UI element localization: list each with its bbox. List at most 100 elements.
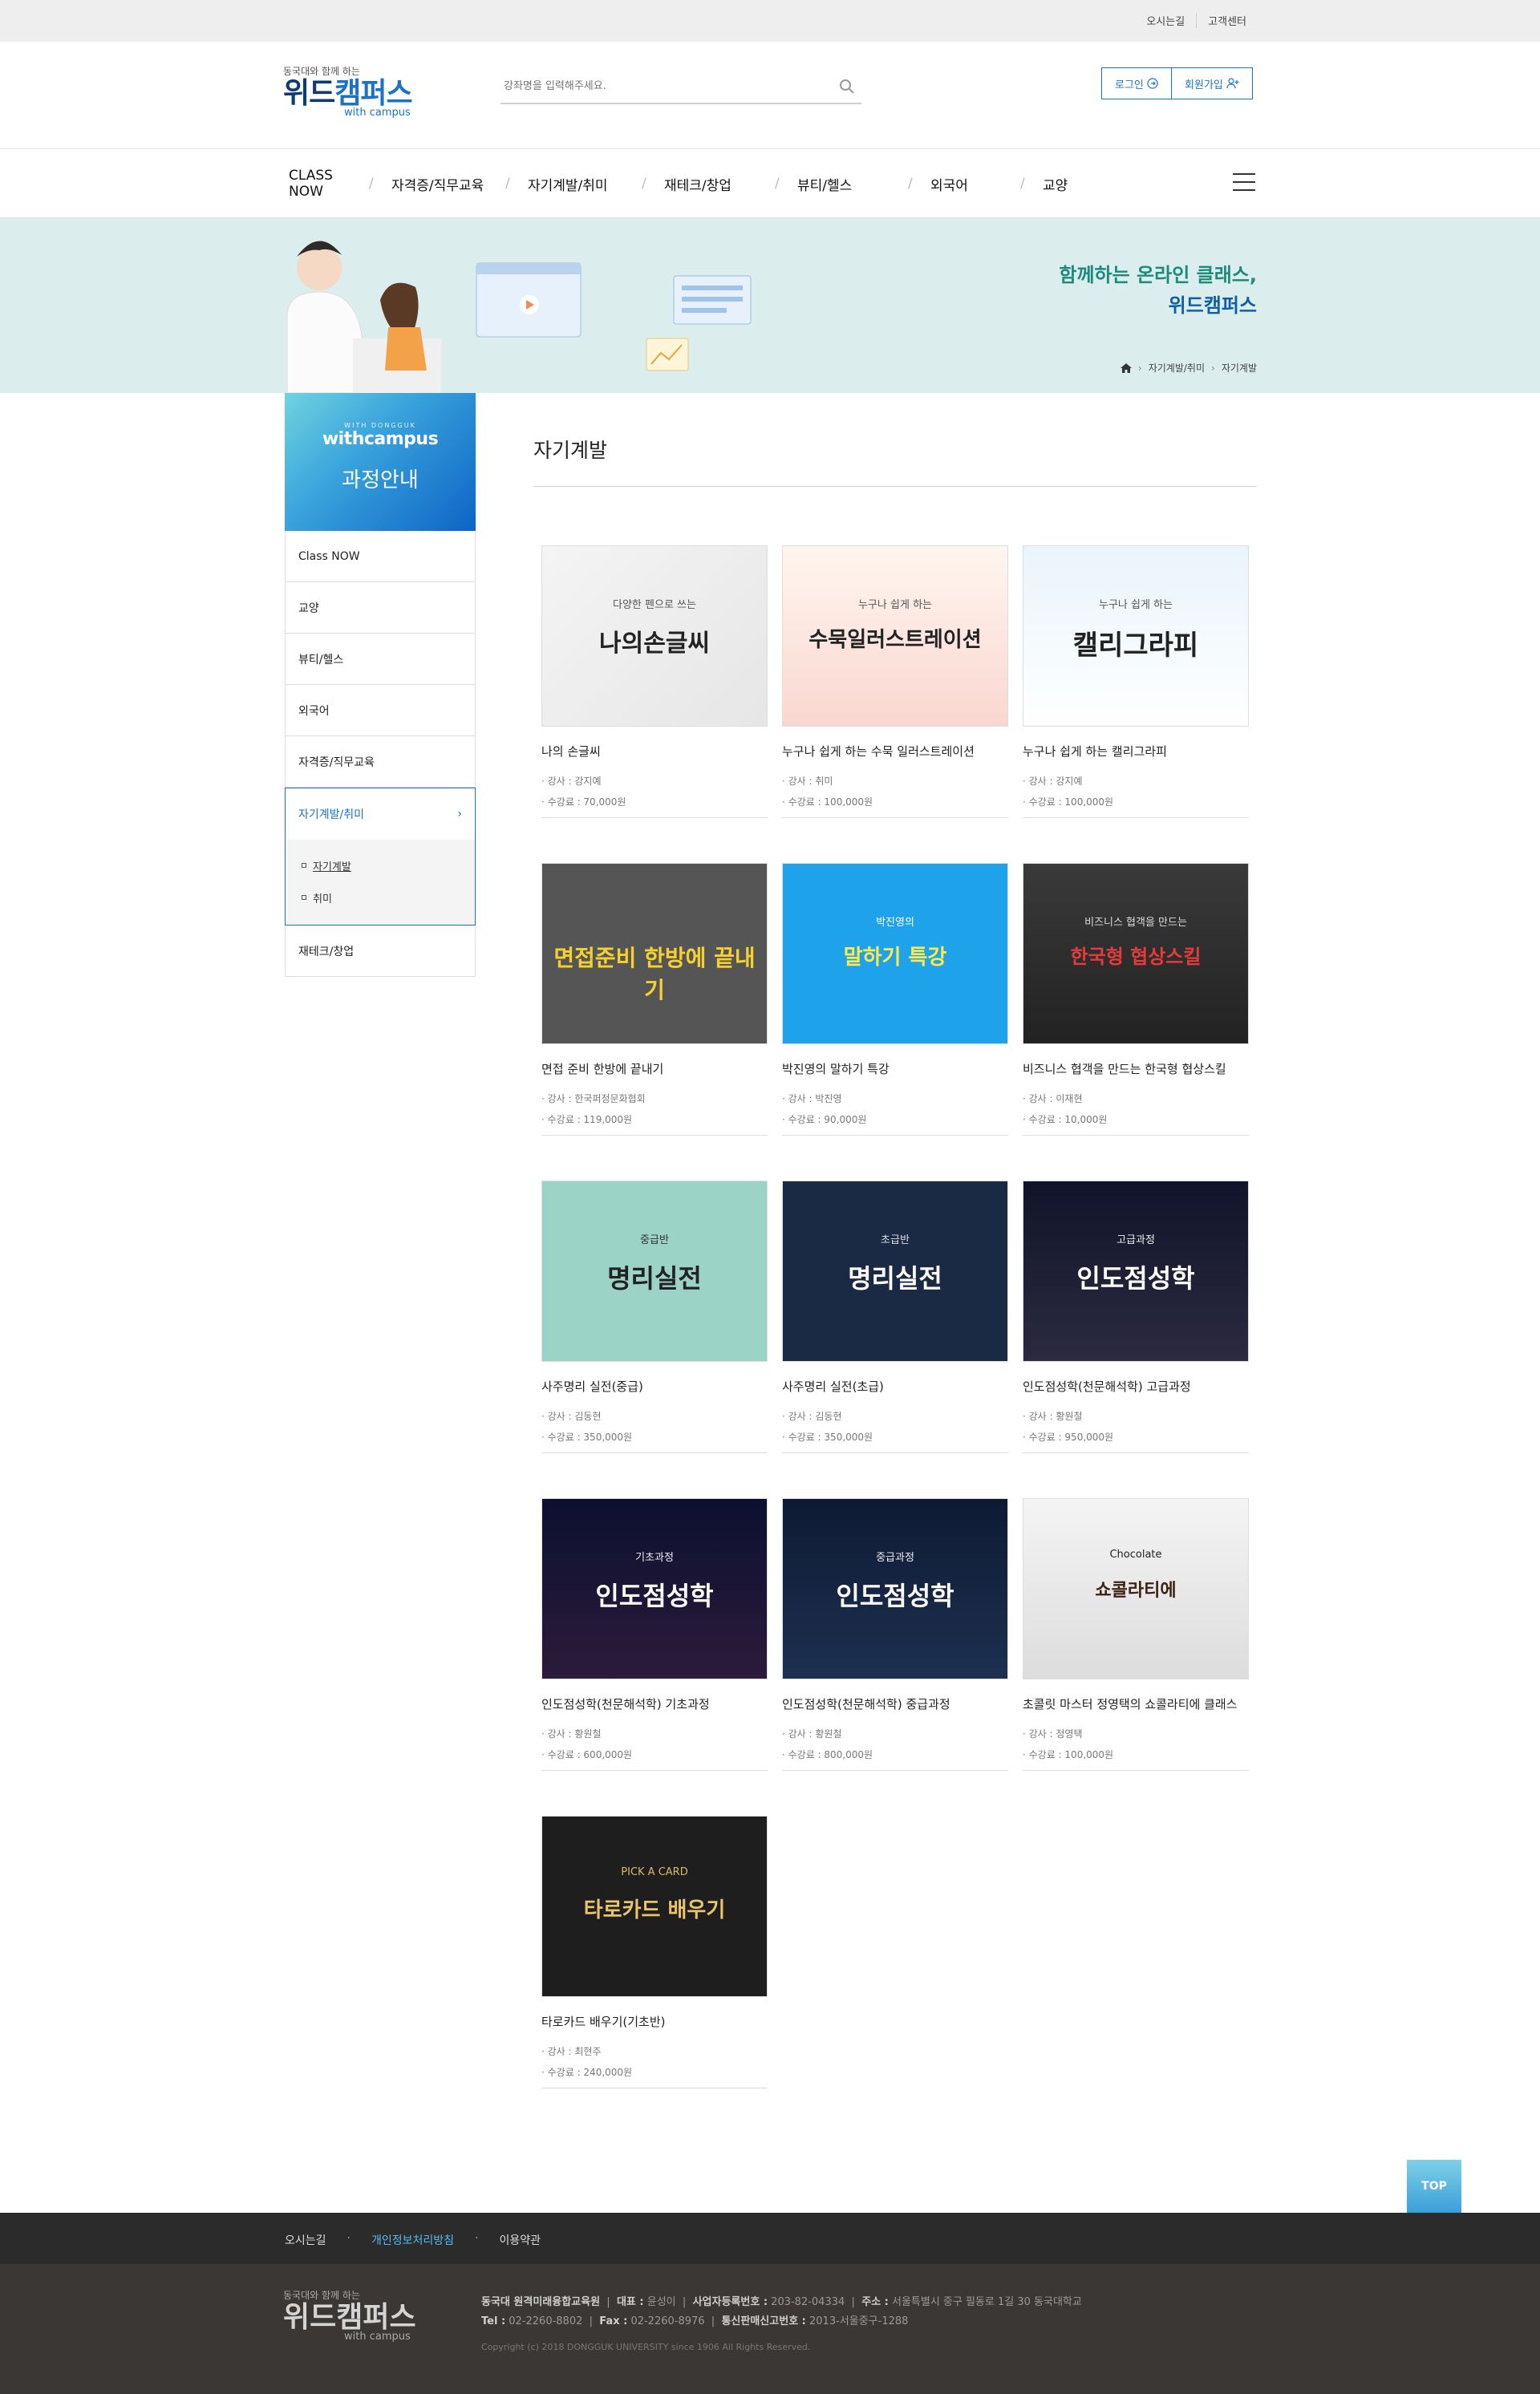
nav-item-beauty[interactable]: 뷰티/헬스 [797, 174, 908, 194]
course-thumbnail[interactable]: 중급과정 인도점성학 [782, 1498, 1008, 1679]
course-teacher: · 강사 : 황원철 [541, 1728, 602, 1740]
site-logo[interactable]: 동국대와 함께 하는 위드캠퍼스 with campus [283, 64, 413, 119]
course-card[interactable]: 면접준비 한방에 끝내기면접 준비 한방에 끝내기 · 강사 : 한국퍼정문화협회… [541, 863, 768, 1136]
footer-logo-english: with campus [344, 2331, 411, 2343]
course-card[interactable]: 기초과정 인도점성학 인도점성학(천문해석학) 기초과정 · 강사 : 황원철 · 수강… [541, 1498, 768, 1771]
course-card[interactable]: 다양한 펜으로 쓰는 나의손글씨나의 손글씨 · 강사 : 강지예 · 수강료 : 7… [541, 545, 768, 818]
course-thumbnail[interactable]: 비즈니스 협객을 만드는 한국형 협상스킬 [1023, 863, 1249, 1044]
course-card[interactable]: 고급과정 인도점성학 인도점성학(천문해석학) 고급과정 · 강사 : 황원철 · 수강… [1023, 1181, 1249, 1453]
thumbnail-caption: 고급과정 [1116, 1234, 1155, 1246]
course-title[interactable]: 인도점성학(천문해석학) 고급과정 [1023, 1378, 1249, 1395]
auth-buttons: 로그인 회원가입 [1101, 67, 1254, 99]
footer-tel: 02-2260-8802 [509, 2315, 583, 2327]
course-thumbnail[interactable]: 고급과정 인도점성학 [1023, 1181, 1249, 1362]
side-item-finance[interactable]: 재테크/창업 [285, 926, 476, 977]
footer: 동국대와 함께 하는 위드캠퍼스 with campus 동국대 원격미래융합교… [0, 2264, 1540, 2394]
side-sub-item-self-development[interactable]: 자기계발 [302, 849, 462, 881]
footer-directions-link[interactable]: 오시는길 [285, 2232, 326, 2248]
nav-item-language[interactable]: 외국어 [930, 174, 1020, 194]
course-title[interactable]: 타로카드 배우기(기초반) [541, 2013, 768, 2030]
course-thumbnail[interactable]: PICK A CARD 타로카드 배우기 [541, 1816, 768, 1997]
side-menu: WITH DONGGUK withcampus 과정안내 Class NOW 교… [285, 393, 476, 977]
nav-item-certification[interactable]: 자격증/직무교육 [391, 174, 505, 194]
footer-mailorder: 2013-서울중구-1288 [809, 2315, 909, 2327]
course-title[interactable]: 사주명리 실전(중급) [541, 1378, 768, 1395]
course-teacher: · 강사 : 최현주 [541, 2046, 602, 2057]
join-button[interactable]: 회원가입 [1172, 67, 1254, 99]
course-title[interactable]: 인도점성학(천문해석학) 중급과정 [782, 1695, 1008, 1712]
course-title[interactable]: 인도점성학(천문해석학) 기초과정 [541, 1695, 768, 1712]
course-card[interactable]: 중급반 명리실전 사주명리 실전(중급) · 강사 : 김동현 · 수강료 : 350,… [541, 1181, 768, 1453]
thumbnail-title: 인도점성학 [595, 1581, 714, 1611]
course-title[interactable]: 초콜릿 마스터 정영택의 쇼콜라티에 클래스 [1023, 1695, 1249, 1712]
login-button[interactable]: 로그인 [1101, 67, 1173, 99]
side-item-class-now[interactable]: Class NOW [285, 531, 476, 582]
course-thumbnail[interactable]: Chocolate 쇼콜라티에 [1023, 1498, 1249, 1679]
nav-separator: / [642, 176, 646, 192]
directions-link[interactable]: 오시는길 [1135, 13, 1196, 28]
search-icon[interactable] [839, 79, 855, 95]
side-item-certification[interactable]: 자격증/직무교육 [285, 736, 476, 788]
course-title[interactable]: 누구나 쉽게 하는 수묵 일러스트레이션 [782, 743, 1008, 760]
nav-separator: / [505, 176, 510, 192]
thumbnail-caption: Chocolate [1109, 1549, 1162, 1561]
course-thumbnail[interactable]: 박진영의 말하기 특강 [782, 863, 1008, 1044]
course-thumbnail[interactable]: 초급반 명리실전 [782, 1181, 1008, 1362]
thumbnail-caption: PICK A CARD [621, 1866, 688, 1878]
course-card[interactable]: 중급과정 인도점성학 인도점성학(천문해석학) 중급과정 · 강사 : 황원철 · 수강… [782, 1498, 1008, 1771]
course-title[interactable]: 면접 준비 한방에 끝내기 [541, 1060, 768, 1077]
course-title[interactable]: 사주명리 실전(초급) [782, 1378, 1008, 1395]
top-button[interactable]: TOP [1407, 2160, 1461, 2213]
course-card[interactable]: 초급반 명리실전사주명리 실전(초급) · 강사 : 김동현 · 수강료 : 350,… [782, 1181, 1008, 1453]
user-add-icon [1226, 78, 1239, 89]
thumbnail-title: 한국형 협상스킬 [1070, 946, 1202, 968]
course-card[interactable]: 박진영의 말하기 특강 박진영의 말하기 특강 · 강사 : 박진영 · 수강료 : 9… [782, 863, 1008, 1136]
course-meta: · 강사 : 한국퍼정문화협회 · 수강료 : 119,000원 [541, 1088, 768, 1130]
page-title: 자기계발 [533, 393, 1257, 487]
course-card[interactable]: 누구나 쉽게 하는 수묵일러스트레이션 누구나 쉽게 하는 수묵 일러스트레이션 · … [782, 545, 1008, 818]
nav-item-class-now[interactable]: CLASS NOW [289, 168, 369, 200]
course-title[interactable]: 나의 손글씨 [541, 743, 768, 760]
search-bar [500, 71, 861, 104]
nav-item-self-development[interactable]: 자기계발/취미 [528, 174, 642, 194]
side-active-row[interactable]: 자기계발/취미 › [286, 788, 475, 840]
course-card[interactable]: PICK A CARD 타로카드 배우기타로카드 배우기(기초반) · 강사 : 최… [541, 1816, 768, 2088]
side-item-language[interactable]: 외국어 [285, 685, 476, 736]
thumbnail-caption: 다양한 펜으로 쓰는 [613, 599, 696, 611]
course-meta: · 강사 : 김동현 · 수강료 : 350,000원 [782, 1406, 1008, 1448]
search-input[interactable] [500, 71, 821, 101]
side-sub-item-hobby[interactable]: 취미 [302, 881, 462, 913]
course-thumbnail[interactable]: 기초과정 인도점성학 [541, 1498, 768, 1679]
card-divider [1023, 1770, 1249, 1771]
side-item-beauty[interactable]: 뷰티/헬스 [285, 634, 476, 685]
course-thumbnail[interactable]: 누구나 쉽게 하는 수묵일러스트레이션 [782, 545, 1008, 727]
home-icon[interactable] [1120, 363, 1132, 373]
footer-terms-link[interactable]: 이용약관 [499, 2232, 541, 2248]
course-card[interactable]: 비즈니스 협객을 만드는 한국형 협상스킬비즈니스 협객을 만드는 한국형 협상스… [1023, 863, 1249, 1136]
course-fee: · 수강료 : 119,000원 [541, 1114, 633, 1125]
nav-item-finance[interactable]: 재테크/창업 [664, 174, 775, 194]
course-thumbnail[interactable]: 다양한 펜으로 쓰는 나의손글씨 [541, 545, 768, 727]
course-thumbnail[interactable]: 면접준비 한방에 끝내기 [541, 863, 768, 1044]
course-card[interactable]: 누구나 쉽게 하는 캘리그라피 누구나 쉽게 하는 캘리그라피 · 강사 : 강지예 ·… [1023, 545, 1249, 818]
course-teacher: · 강사 : 박진영 [782, 1093, 842, 1104]
course-thumbnail[interactable]: 누구나 쉽게 하는 캘리그라피 [1023, 545, 1249, 727]
logo-title-b: 캠퍼스 [334, 77, 412, 110]
thumbnail-caption: 중급반 [640, 1234, 669, 1246]
course-title[interactable]: 누구나 쉽게 하는 캘리그라피 [1023, 743, 1249, 760]
course-meta: · 강사 : 강지예 · 수강료 : 70,000원 [541, 771, 768, 812]
support-link[interactable]: 고객센터 [1196, 13, 1258, 28]
thumbnail-caption: 누구나 쉽게 하는 [1099, 599, 1173, 611]
course-title[interactable]: 박진영의 말하기 특강 [782, 1060, 1008, 1077]
course-thumbnail[interactable]: 중급반 명리실전 [541, 1181, 768, 1362]
side-brand-small: WITH DONGGUK [344, 422, 416, 429]
side-item-culture[interactable]: 교양 [285, 582, 476, 634]
breadcrumb-current[interactable]: 자기계발 [1222, 361, 1257, 375]
footer-privacy-link[interactable]: 개인정보처리방침 [371, 2232, 454, 2248]
course-card[interactable]: Chocolate 쇼콜라티에 초콜릿 마스터 정영택의 쇼콜라티에 클래스 · 강사… [1023, 1498, 1249, 1771]
nav-item-culture[interactable]: 교양 [1043, 174, 1091, 194]
breadcrumb-category[interactable]: 자기계발/취미 [1149, 361, 1205, 375]
breadcrumb: › 자기계발/취미 › 자기계발 [1120, 361, 1257, 375]
hamburger-menu-icon[interactable] [1233, 173, 1255, 192]
course-title[interactable]: 비즈니스 협객을 만드는 한국형 협상스킬 [1023, 1060, 1249, 1077]
